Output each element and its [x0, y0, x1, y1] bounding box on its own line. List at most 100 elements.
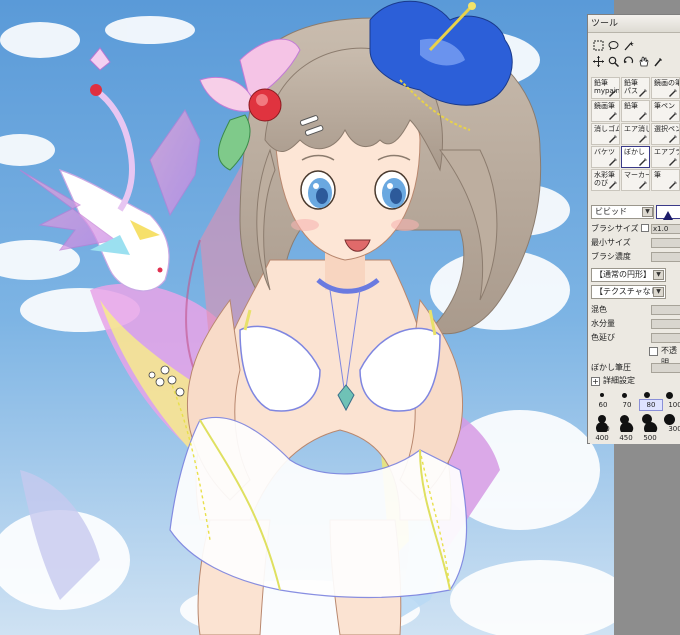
- mix-row: 混色: [591, 304, 680, 316]
- pencil-icon: [608, 88, 617, 97]
- chevron-down-icon[interactable]: ▼: [653, 287, 664, 297]
- brush-density-slider[interactable]: [651, 252, 680, 262]
- water-row: 水分量: [591, 318, 680, 330]
- texture-select[interactable]: 【テクスチャなし】 ▼: [591, 285, 667, 299]
- mix-slider[interactable]: [651, 305, 680, 315]
- size-labels-row-3: 400 450 500: [590, 432, 680, 444]
- blank-slot-icon: [637, 39, 650, 52]
- tool-button[interactable]: ぼかし: [621, 146, 650, 168]
- paint-app-window: ツール 鉛筆 mypaint 鉛筆 パス 鏡画の筆 鏡画筆 鉛筆 筆ペン 消しゴ…: [0, 0, 680, 635]
- min-size-label: 最小サイズ: [591, 238, 631, 247]
- brush-tool-grid: 鉛筆 mypaint 鉛筆 パス 鏡画の筆鏡画筆 鉛筆 筆ペン消しゴム エア消し 選択ペンバ…: [591, 77, 680, 191]
- selection-tools-row: [592, 39, 665, 52]
- brush-density-label: ブラシ濃度: [591, 252, 631, 261]
- tool-button[interactable]: マーカー: [621, 169, 650, 191]
- pencil-icon: [638, 88, 647, 97]
- eraser-icon: [608, 134, 617, 143]
- pencil-icon: [638, 111, 647, 120]
- mix-label: 混色: [591, 305, 607, 314]
- brush-density-row: ブラシ濃度: [591, 251, 680, 263]
- size-multiplier-toggle[interactable]: [641, 224, 649, 232]
- detail-settings-row[interactable]: + 詳細設定: [591, 375, 680, 387]
- zoom-icon[interactable]: [607, 55, 620, 68]
- size-preset-label[interactable]: 60: [591, 399, 615, 411]
- tool-button[interactable]: 鏡画筆: [591, 100, 620, 122]
- tool-button[interactable]: 選択ペン: [651, 123, 680, 145]
- blur-pressure-slider[interactable]: [651, 363, 680, 373]
- tool-button[interactable]: エアブラシ: [651, 146, 680, 168]
- pen-icon: [668, 111, 677, 120]
- color-extend-slider[interactable]: [651, 333, 680, 343]
- size-preset-label[interactable]: 100: [663, 399, 680, 411]
- min-size-slider[interactable]: [651, 238, 680, 248]
- tool-label: 鉛筆: [624, 102, 638, 110]
- panel-title: ツール: [588, 15, 680, 33]
- tool-label: 筆: [654, 171, 661, 179]
- tool-label: バケツ: [594, 148, 615, 156]
- size-preset-label[interactable]: 450: [614, 432, 638, 444]
- move-icon[interactable]: [592, 55, 605, 68]
- tool-panel: ツール 鉛筆 mypaint 鉛筆 パス 鏡画の筆 鏡画筆 鉛筆 筆ペン 消しゴ…: [587, 14, 680, 444]
- rect-select-icon[interactable]: [592, 39, 605, 52]
- tool-button[interactable]: 水彩筆 のび: [591, 169, 620, 191]
- tool-button[interactable]: 鉛筆 mypaint: [591, 77, 620, 99]
- detail-settings-label: 詳細設定: [603, 376, 635, 385]
- opacity-check-row: 不透明: [591, 345, 680, 367]
- chevron-down-icon[interactable]: ▼: [653, 270, 664, 280]
- tool-button[interactable]: 筆ペン: [651, 100, 680, 122]
- tool-label: ぼかし: [624, 148, 645, 156]
- artwork: [0, 0, 614, 635]
- tool-button[interactable]: エア消し: [621, 123, 650, 145]
- tool-button[interactable]: 鉛筆: [621, 100, 650, 122]
- brush-icon: [668, 88, 677, 97]
- blank-slot-icon: [652, 39, 665, 52]
- size-preset-label[interactable]: 80: [639, 399, 663, 411]
- pen-icon: [668, 134, 677, 143]
- opacity-checkbox[interactable]: [649, 347, 658, 356]
- tool-label: 筆ペン: [654, 102, 675, 110]
- water-slider[interactable]: [651, 319, 680, 329]
- brush-size-row: ブラシサイズ x1.0: [591, 223, 680, 235]
- blend-mode-value: ビビッド: [595, 207, 627, 216]
- tool-label: 鏡画の筆: [654, 79, 680, 87]
- magic-wand-icon[interactable]: [622, 39, 635, 52]
- min-size-row: 最小サイズ: [591, 237, 680, 249]
- size-preset-label[interactable]: 500: [638, 432, 662, 444]
- expand-plus-icon[interactable]: +: [591, 377, 600, 386]
- chevron-down-icon[interactable]: ▼: [642, 207, 653, 217]
- marker-icon: [638, 180, 647, 189]
- bucket-icon: [608, 157, 617, 166]
- tool-label: 鉛筆 パス: [624, 79, 638, 95]
- blur-pressure-row: ぼかし筆圧: [591, 362, 680, 374]
- tool-button[interactable]: 鉛筆 パス: [621, 77, 650, 99]
- airbrush-icon: [668, 157, 677, 166]
- lasso-icon[interactable]: [607, 39, 620, 52]
- brush-shape-value: 【通常の円形】: [595, 270, 651, 279]
- eyedropper-icon[interactable]: [652, 55, 665, 68]
- brush-shape-preview[interactable]: [656, 205, 680, 220]
- tool-button[interactable]: 消しゴム: [591, 123, 620, 145]
- color-extend-row: 色延び: [591, 332, 680, 344]
- size-preset-label[interactable]: 70: [615, 399, 639, 411]
- eraser-icon: [638, 134, 647, 143]
- size-preset-label[interactable]: 400: [590, 432, 614, 444]
- rotate-icon[interactable]: [622, 55, 635, 68]
- drawing-canvas[interactable]: [0, 0, 614, 635]
- watercolor-icon: [608, 180, 617, 189]
- blend-mode-select[interactable]: ビビッド ▼: [591, 205, 654, 219]
- blur-icon: [638, 157, 647, 166]
- brush-icon: [608, 111, 617, 120]
- brush-size-multiplier: x1.0: [653, 225, 669, 233]
- color-extend-label: 色延び: [591, 333, 615, 342]
- water-label: 水分量: [591, 319, 615, 328]
- hand-icon[interactable]: [637, 55, 650, 68]
- tool-button[interactable]: 筆: [651, 169, 680, 191]
- view-tools-row: [592, 55, 665, 68]
- tool-button[interactable]: 鏡画の筆: [651, 77, 680, 99]
- tool-label: エアブラシ: [654, 148, 679, 156]
- tool-label: 鏡画筆: [594, 102, 615, 110]
- brush-icon: [668, 180, 677, 189]
- brush-shape-select[interactable]: 【通常の円形】 ▼: [591, 268, 666, 282]
- tool-label: 消しゴム: [594, 125, 620, 133]
- tool-button[interactable]: バケツ: [591, 146, 620, 168]
